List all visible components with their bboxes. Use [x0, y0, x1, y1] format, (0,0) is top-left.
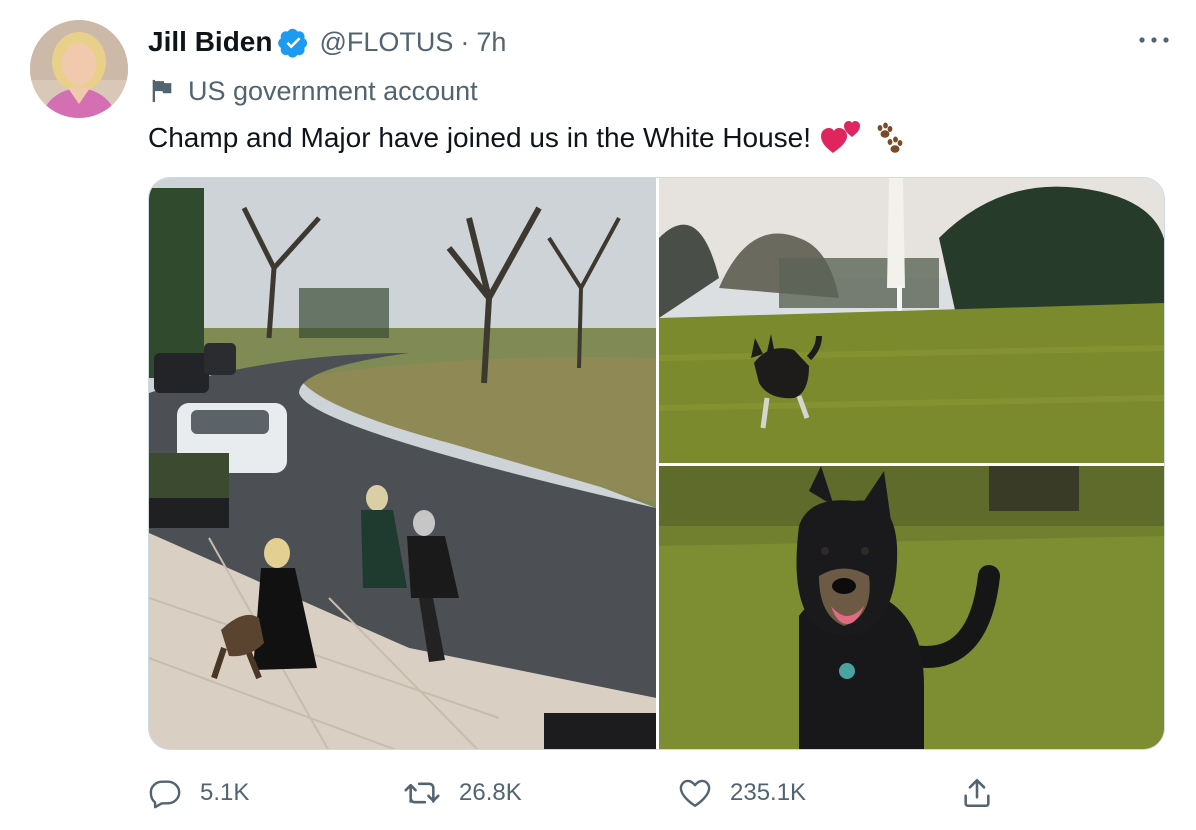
more-icon: [1138, 31, 1170, 49]
flag-icon: [148, 77, 176, 105]
photo-champ-walk[interactable]: [149, 178, 656, 749]
government-account-label: US government account: [148, 72, 478, 110]
separator-dot: ·: [460, 26, 470, 57]
avatar[interactable]: [30, 20, 128, 118]
paw-prints-icon: [871, 120, 907, 156]
government-account-text: US government account: [188, 75, 478, 106]
tweet-body: Champ and Major have joined us in the Wh…: [148, 122, 812, 153]
handle[interactable]: @FLOTUS: [319, 27, 453, 58]
tweet: Jill Biden @FLOTUS · 7h US government ac…: [0, 0, 1196, 830]
timestamp[interactable]: 7h: [476, 27, 506, 58]
reply-count: 5.1K: [200, 779, 250, 806]
tweet-text: Champ and Major have joined us in the Wh…: [148, 118, 907, 158]
share-icon: [960, 776, 994, 810]
share-button[interactable]: [960, 770, 994, 816]
action-bar: 5.1K 26.8K 235.1K: [148, 770, 1018, 816]
like-icon: [678, 776, 712, 810]
photo-major-closeup[interactable]: [659, 466, 1164, 749]
tweet-header: Jill Biden @FLOTUS · 7h: [148, 22, 506, 62]
photo-major-lawn[interactable]: [659, 178, 1164, 463]
like-button[interactable]: 235.1K: [678, 770, 806, 816]
reply-button[interactable]: 5.1K: [148, 770, 249, 816]
media-grid: [148, 177, 1165, 750]
like-count: 235.1K: [730, 779, 807, 806]
display-name[interactable]: Jill Biden: [148, 26, 272, 58]
retweet-count: 26.8K: [459, 779, 522, 806]
two-hearts-icon: [821, 120, 861, 156]
more-button[interactable]: [1134, 24, 1174, 56]
reply-icon: [148, 776, 182, 810]
retweet-button[interactable]: 26.8K: [403, 770, 522, 816]
retweet-icon: [403, 776, 441, 810]
verified-icon: [278, 27, 309, 58]
